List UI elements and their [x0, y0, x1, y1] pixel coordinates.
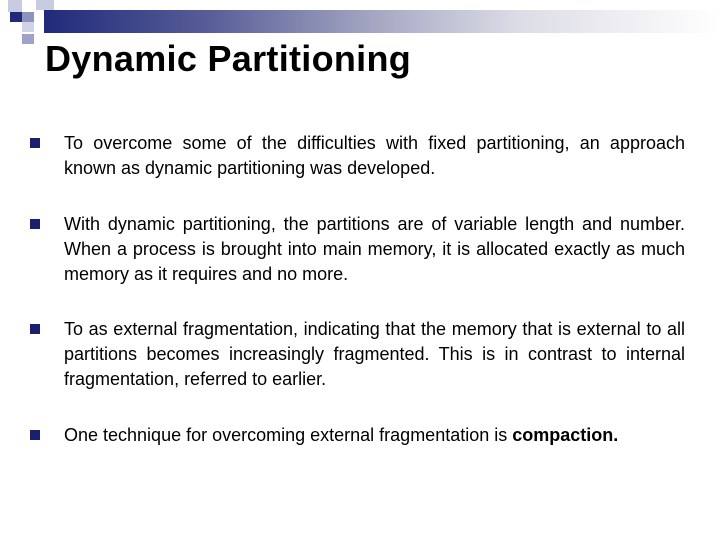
square-bullet-icon	[30, 430, 40, 440]
bullet-text: To overcome some of the difficulties wit…	[64, 133, 685, 178]
square-bullet-icon	[30, 324, 40, 334]
bullet-text: To as external fragmentation, indicating…	[64, 319, 685, 389]
decor-square	[22, 34, 34, 44]
decor-square	[22, 22, 34, 32]
bullet-text-regular: One technique for overcoming external fr…	[64, 425, 513, 445]
square-bullet-icon	[30, 138, 40, 148]
decor-square	[36, 0, 54, 10]
bullet-item: To as external fragmentation, indicating…	[30, 317, 685, 392]
bullet-text: With dynamic partitioning, the partition…	[64, 214, 685, 284]
bullet-text: One technique for overcoming external fr…	[64, 423, 618, 448]
square-bullet-icon	[30, 219, 40, 229]
bullet-item: To overcome some of the difficulties wit…	[30, 131, 685, 181]
bullet-text-bold: compaction.	[512, 425, 619, 445]
slide-title: Dynamic Partitioning	[45, 38, 412, 79]
header-gradient-band	[44, 10, 720, 33]
bullet-item: With dynamic partitioning, the partition…	[30, 212, 685, 287]
decor-square	[22, 12, 34, 22]
decor-square	[10, 12, 22, 22]
decor-square	[8, 0, 22, 12]
bullet-item: One technique for overcoming external fr…	[30, 423, 685, 448]
